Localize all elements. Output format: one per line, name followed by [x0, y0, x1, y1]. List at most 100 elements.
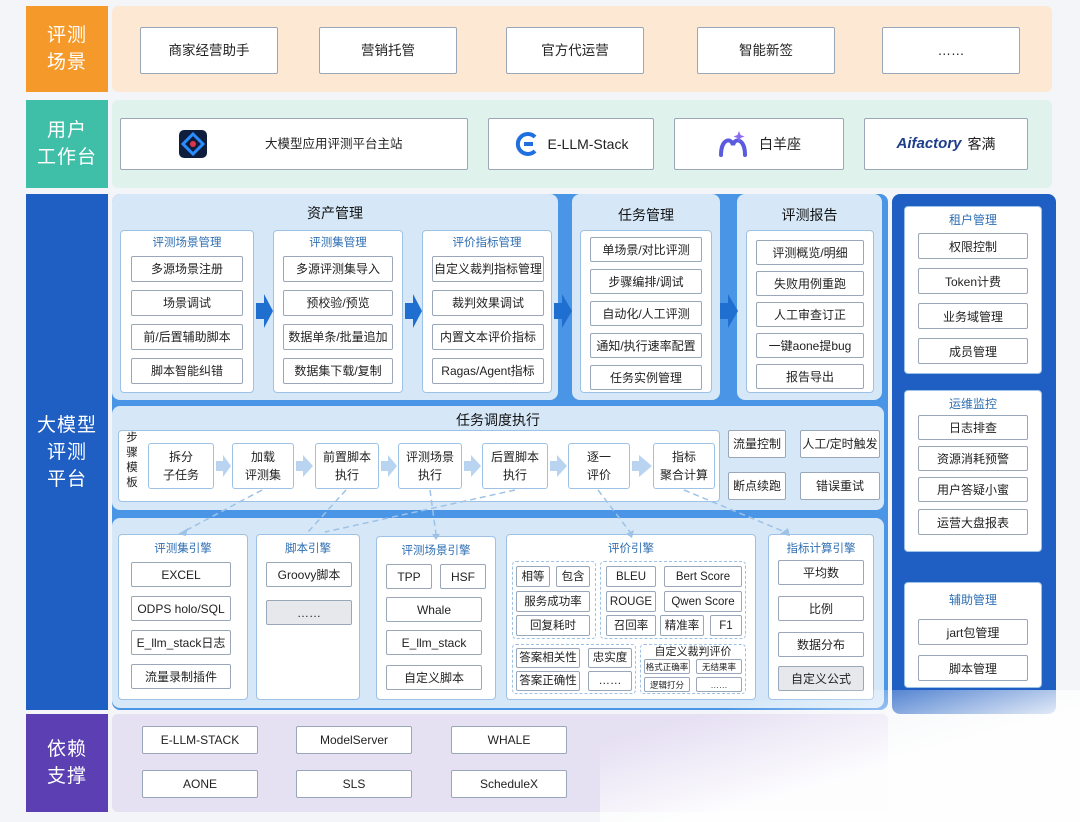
asset-item[interactable]: 数据集下载/复制 — [283, 358, 393, 384]
right-item[interactable]: 脚本管理 — [918, 655, 1028, 681]
report-item[interactable]: 失败用例重跑 — [756, 271, 864, 296]
report-item[interactable]: 评测概览/明细 — [756, 240, 864, 265]
right-item[interactable]: 日志排查 — [918, 415, 1028, 440]
engine-item[interactable]: 平均数 — [778, 560, 864, 585]
eval-item[interactable]: 忠实度 — [588, 648, 632, 668]
eval-item[interactable]: ROUGE — [606, 591, 656, 612]
asset-item[interactable]: 脚本智能纠错 — [131, 358, 243, 384]
support-item[interactable]: SLS — [296, 770, 412, 798]
eval-item[interactable]: Qwen Score — [664, 591, 742, 612]
asset-item[interactable]: 多源场景注册 — [131, 256, 243, 282]
judge-item[interactable]: 无结果率 — [696, 659, 742, 674]
right-item[interactable]: 用户答疑小蜜 — [918, 477, 1028, 502]
step-item[interactable]: 指标 聚合计算 — [653, 443, 715, 489]
step-item[interactable]: 评测场景 执行 — [398, 443, 462, 489]
eval-item[interactable]: 服务成功率 — [516, 591, 590, 612]
engine-item[interactable]: 自定义脚本 — [386, 665, 482, 690]
asset-item[interactable]: 多源评测集导入 — [283, 256, 393, 282]
workbench-baiyangzuo[interactable]: 白羊座 — [674, 118, 844, 170]
control-item[interactable]: 流量控制 — [728, 430, 786, 458]
eval-item[interactable]: BLEU — [606, 566, 656, 587]
task-item[interactable]: 通知/执行速率配置 — [590, 333, 702, 358]
eval-item[interactable]: F1 — [710, 615, 742, 636]
engine-item[interactable]: Groovy脚本 — [266, 562, 352, 587]
asset-item[interactable]: 自定义裁判指标管理 — [432, 256, 544, 282]
eval-item[interactable]: 答案相关性 — [516, 648, 580, 668]
support-item[interactable]: ScheduleX — [451, 770, 567, 798]
asset-item[interactable]: 场景调试 — [131, 290, 243, 316]
asset-item[interactable]: 前/后置辅助脚本 — [131, 324, 243, 350]
engine-item[interactable]: 数据分布 — [778, 632, 864, 657]
step-item[interactable]: 加载 评测集 — [232, 443, 294, 489]
eval-item[interactable]: 召回率 — [606, 615, 656, 636]
support-item[interactable]: E-LLM-STACK — [142, 726, 258, 754]
eval-item[interactable]: 回复耗时 — [516, 615, 590, 636]
scene-item[interactable]: 官方代运营 — [506, 27, 644, 74]
right-item[interactable]: 资源消耗预警 — [918, 446, 1028, 471]
eval-item[interactable]: 相等 — [516, 566, 550, 587]
engine-item[interactable]: E_llm_stack日志 — [131, 630, 231, 655]
eval-item[interactable]: 精准率 — [660, 615, 704, 636]
workbench-e-llm-stack[interactable]: E-LLM-Stack — [488, 118, 654, 170]
engine-item[interactable]: …… — [266, 600, 352, 625]
workbench-label: 大模型应用评测平台主站 — [265, 137, 403, 151]
control-item[interactable]: 断点续跑 — [728, 472, 786, 500]
support-item[interactable]: AONE — [142, 770, 258, 798]
right-item[interactable]: 运营大盘报表 — [918, 509, 1028, 535]
engine-item[interactable]: EXCEL — [131, 562, 231, 587]
engine-item[interactable]: 流量录制插件 — [131, 664, 231, 689]
row-label-support: 依赖 支撑 — [26, 714, 108, 812]
asset-item[interactable]: 数据单条/批量追加 — [283, 324, 393, 350]
workbench-main-site[interactable]: 大模型应用评测平台主站 — [120, 118, 468, 170]
asset-item[interactable]: Ragas/Agent指标 — [432, 358, 544, 384]
eval-item[interactable]: …… — [588, 671, 632, 691]
task-item[interactable]: 单场景/对比评测 — [590, 237, 702, 262]
engine-item[interactable]: ODPS holo/SQL — [131, 596, 231, 621]
eval-item[interactable]: 答案正确性 — [516, 671, 580, 691]
judge-item[interactable]: 格式正确率 — [644, 659, 690, 674]
judge-item[interactable]: …… — [696, 677, 742, 692]
scene-item[interactable]: …… — [882, 27, 1020, 74]
engine-item[interactable]: TPP — [386, 564, 432, 589]
engine-item[interactable]: E_llm_stack — [386, 630, 482, 655]
workbench-aifactory[interactable]: Aifactory 客满 — [864, 118, 1028, 170]
row-label-scene: 评测 场景 — [26, 6, 108, 92]
eval-item[interactable]: Bert Score — [664, 566, 742, 587]
right-item[interactable]: jart包管理 — [918, 619, 1028, 645]
asset-item[interactable]: 内置文本评价指标 — [432, 324, 544, 350]
engine-item[interactable]: HSF — [440, 564, 486, 589]
engine-item[interactable]: 比例 — [778, 596, 864, 621]
support-item[interactable]: ModelServer — [296, 726, 412, 754]
support-item[interactable]: WHALE — [451, 726, 567, 754]
engine-item[interactable]: 自定义公式 — [778, 666, 864, 691]
asset-item[interactable]: 预校验/预览 — [283, 290, 393, 316]
group-title: 评测场景引擎 — [401, 545, 471, 557]
right-item[interactable]: 成员管理 — [918, 338, 1028, 364]
right-item[interactable]: 业务域管理 — [918, 303, 1028, 329]
engine-item[interactable]: Whale — [386, 597, 482, 622]
eval-item[interactable]: 包含 — [556, 566, 590, 587]
report-item[interactable]: 一键aone提bug — [756, 333, 864, 358]
task-item[interactable]: 自动化/人工评测 — [590, 301, 702, 326]
control-item[interactable]: 人工/定时触发 — [800, 430, 880, 458]
scene-item[interactable]: 商家经营助手 — [140, 27, 278, 74]
control-item[interactable]: 错误重试 — [800, 472, 880, 500]
right-item[interactable]: 权限控制 — [918, 233, 1028, 259]
right-item[interactable]: Token计费 — [918, 268, 1028, 294]
report-item[interactable]: 报告导出 — [756, 364, 864, 389]
scene-item[interactable]: 营销托管 — [319, 27, 457, 74]
group-title: 评测集引擎 — [154, 543, 212, 555]
judge-item[interactable]: 逻辑打分 — [644, 677, 690, 692]
report-title: 评测报告 — [781, 207, 838, 223]
step-item[interactable]: 前置脚本 执行 — [315, 443, 379, 489]
step-item[interactable]: 逐一 评价 — [568, 443, 630, 489]
task-item[interactable]: 任务实例管理 — [590, 365, 702, 390]
task-item[interactable]: 步骤编排/调试 — [590, 269, 702, 294]
step-item[interactable]: 拆分 子任务 — [148, 443, 214, 489]
task-mgmt-title: 任务管理 — [618, 207, 674, 223]
steps-template-label: 步 骤 模 板 — [126, 432, 138, 489]
report-item[interactable]: 人工审查订正 — [756, 302, 864, 327]
asset-item[interactable]: 裁判效果调试 — [432, 290, 544, 316]
step-item[interactable]: 后置脚本 执行 — [482, 443, 548, 489]
scene-item[interactable]: 智能新签 — [697, 27, 835, 74]
